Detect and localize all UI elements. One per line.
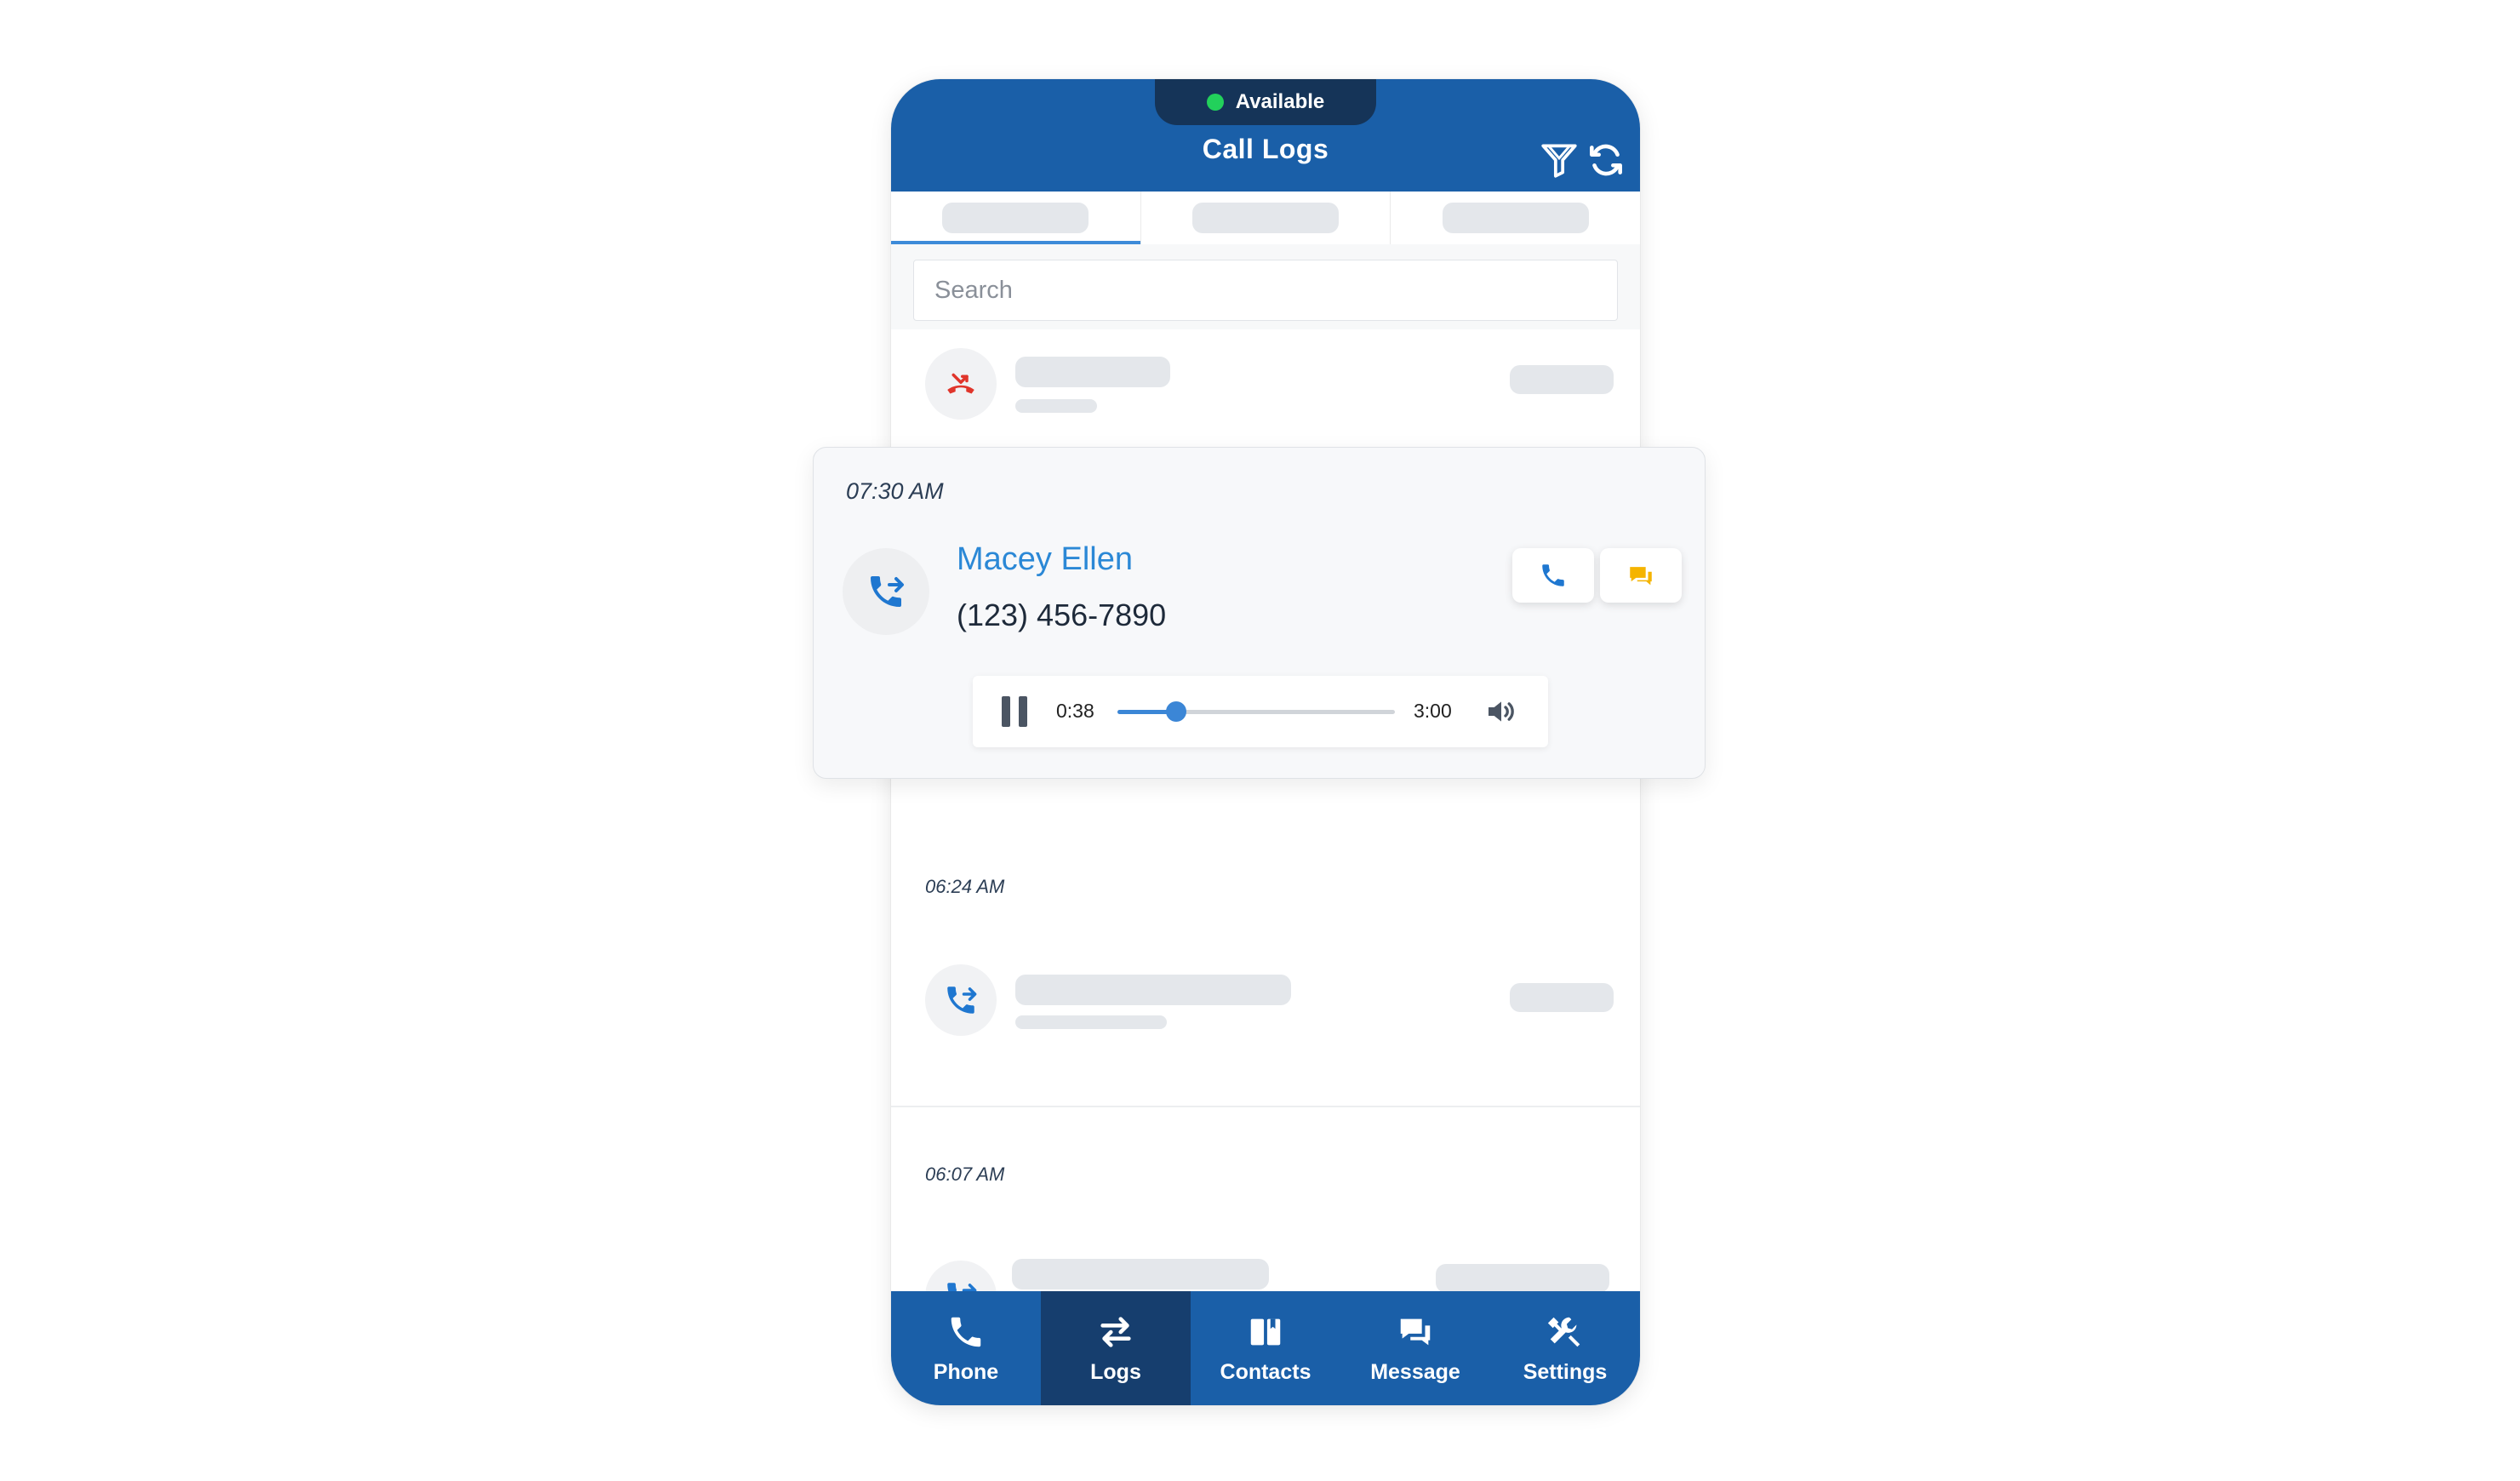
expanded-call-card[interactable]: 07:30 AM Macey Ellen (123) 456-7890 0:38… [813, 447, 1706, 779]
nav-label: Message [1370, 1359, 1460, 1384]
list-item[interactable]: 06:24 AM [891, 837, 1640, 1107]
tab-placeholder [1192, 203, 1339, 233]
outgoing-call-icon [871, 576, 904, 607]
nav-item-message[interactable]: Message [1340, 1291, 1490, 1405]
call-avatar [925, 348, 997, 420]
time-placeholder [1510, 983, 1614, 1012]
contact-name[interactable]: Macey Ellen [957, 541, 1133, 578]
message-icon [1630, 567, 1652, 586]
filter-tabs [891, 192, 1640, 244]
nav-label: Phone [933, 1359, 999, 1384]
nav-item-logs[interactable]: Logs [1041, 1291, 1191, 1405]
time-placeholder [1510, 365, 1614, 394]
number-placeholder [1015, 399, 1097, 413]
nav-item-phone[interactable]: Phone [891, 1291, 1041, 1405]
status-label: Available [1235, 90, 1325, 113]
outgoing-call-icon [947, 986, 977, 1014]
contacts-book-icon [1250, 1318, 1281, 1345]
filter-icon[interactable] [1538, 139, 1580, 181]
chat-bubbles-icon [1400, 1318, 1431, 1345]
phone-icon [1542, 564, 1564, 586]
availability-status[interactable]: Available [1155, 79, 1376, 125]
audio-player: 0:38 3:00 [973, 676, 1548, 747]
call-time: 06:07 AM [925, 1164, 1005, 1185]
app-header: Available Call Logs [891, 79, 1640, 192]
volume-icon[interactable] [1483, 695, 1519, 729]
pause-icon[interactable] [1000, 695, 1031, 729]
phone-icon [951, 1317, 981, 1347]
call-time: 06:24 AM [925, 876, 1005, 897]
progress-slider[interactable] [1117, 701, 1395, 722]
tab-placeholder [942, 203, 1089, 233]
progress-handle[interactable] [1165, 701, 1186, 722]
tools-icon [1547, 1317, 1580, 1347]
search-input[interactable] [913, 260, 1618, 321]
page-title: Call Logs [1202, 134, 1329, 164]
status-dot-icon [1206, 94, 1224, 111]
tab-1[interactable] [891, 192, 1141, 244]
name-placeholder [1015, 975, 1291, 1005]
call-avatar [925, 964, 997, 1036]
time-placeholder [1436, 1264, 1609, 1293]
name-placeholder [1015, 357, 1170, 387]
call-time: 07:30 AM [846, 478, 944, 504]
call-avatar [843, 548, 929, 635]
nav-item-settings[interactable]: Settings [1490, 1291, 1640, 1405]
list-item[interactable] [891, 329, 1640, 440]
nav-label: Settings [1523, 1359, 1608, 1384]
current-time: 0:38 [1056, 700, 1094, 722]
message-button[interactable] [1600, 548, 1682, 603]
stage: Available Call Logs Search 06:24 AM 06:0… [0, 0, 2520, 1481]
name-placeholder [1012, 1259, 1269, 1289]
swap-arrows-icon [1100, 1316, 1131, 1347]
nav-label: Logs [1090, 1359, 1141, 1384]
bottom-navigation: Phone Logs Contacts Message Settings [891, 1291, 1640, 1405]
nav-item-contacts[interactable]: Contacts [1191, 1291, 1340, 1405]
refresh-icon[interactable] [1585, 139, 1627, 181]
search-area [891, 244, 1640, 329]
total-time: 3:00 [1414, 700, 1452, 722]
call-button[interactable] [1512, 548, 1594, 603]
tab-3[interactable] [1391, 192, 1640, 244]
number-placeholder [1015, 1015, 1167, 1029]
contact-phone-number: (123) 456-7890 [957, 598, 1167, 632]
missed-call-icon [947, 373, 974, 394]
tab-placeholder [1442, 203, 1589, 233]
nav-label: Contacts [1220, 1359, 1311, 1384]
tab-2[interactable] [1141, 192, 1391, 244]
